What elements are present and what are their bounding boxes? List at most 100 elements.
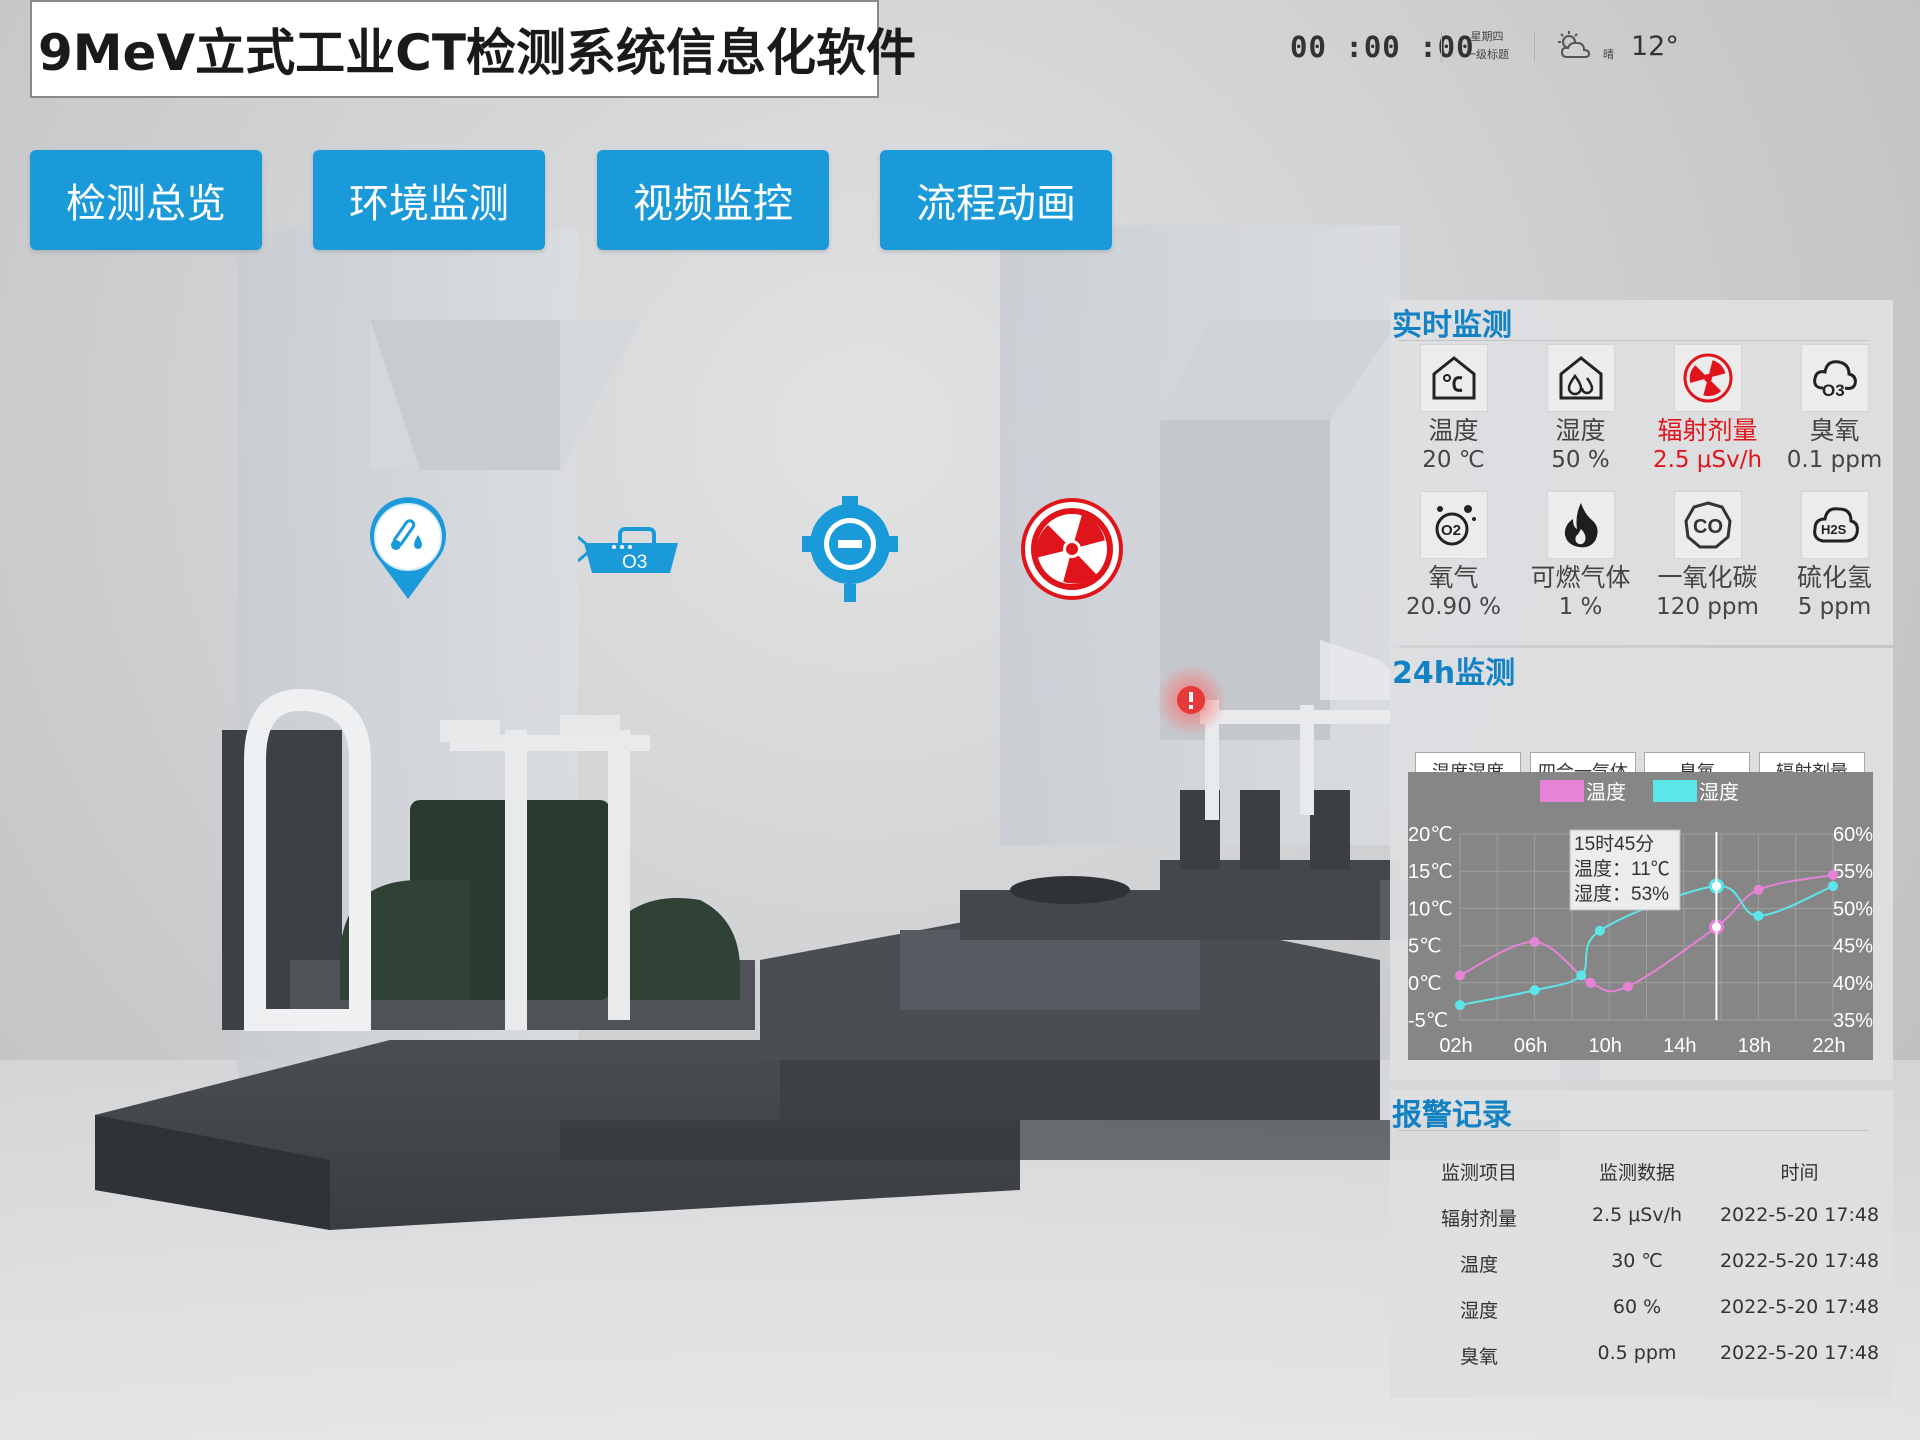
oxygen-icon: O2 [1419,491,1488,559]
metric-hydrogen-sulfide[interactable]: H2S 硫化氢 5 ppm [1771,491,1898,621]
oxygen-icon-text: O2 [1441,522,1461,539]
nav-label: 检测总览 [66,181,226,227]
nav-label: 流程动画 [916,181,1076,227]
cell-time: 2022-5-20 17:48 [1719,1342,1880,1364]
legend-label-humidity: 湿度 [1699,781,1739,804]
app-title: 9MeV立式工业CT检测系统信息化软件 [38,24,916,82]
x-tick-label: 14h [1663,1035,1696,1057]
temp-humidity-sensor-marker[interactable] [366,495,450,605]
data-point [1585,977,1596,988]
clock: 00 :00 :00 [1290,30,1475,64]
x-tick-label: 18h [1738,1035,1771,1057]
data-point [1828,869,1838,880]
gas-detector-marker[interactable] [802,496,898,604]
cell-time: 2022-5-20 17:48 [1719,1204,1880,1226]
header-divider [1534,32,1535,62]
metric-radiation[interactable]: 辐射剂量 2.5 μSv/h [1644,344,1771,474]
metric-value: 0.1 ppm [1786,447,1883,473]
data-point [1529,985,1540,996]
metric-value: 20.90 % [1405,594,1501,620]
legend-swatch-humidity [1653,780,1697,802]
table-row[interactable]: 辐射剂量 2.5 μSv/h 2022-5-20 17:48 [1390,1192,1893,1238]
data-point [1828,881,1838,892]
cell-data: 2.5 μSv/h [1591,1204,1683,1226]
radiation-icon [1673,344,1742,412]
metric-value: 20 ℃ [1422,447,1485,473]
data-point [1622,981,1633,992]
col-header-data: 监测数据 [1598,1162,1675,1184]
metric-label: 一氧化碳 [1657,563,1758,592]
legend-swatch-temperature [1540,780,1584,802]
y-left-tick-label: 0℃ [1408,973,1442,995]
table-row[interactable]: 臭氧 0.5 ppm 2022-5-20 17:48 [1390,1330,1893,1376]
title-divider [1398,340,1869,341]
realtime-title: 实时监测 [1392,308,1512,343]
metric-label: 氧气 [1428,563,1479,592]
legend-label-temperature: 温度 [1586,781,1626,804]
y-right-tick-label: 45% [1833,936,1873,958]
radiation-detector-marker[interactable] [1020,497,1124,601]
x-tick-label: 10h [1589,1035,1622,1057]
metric-value: 2.5 μSv/h [1652,447,1763,473]
metric-humidity[interactable]: 湿度 50 % [1517,344,1644,474]
table-row[interactable]: 温度 30 ℃ 2022-5-20 17:48 [1390,1238,1893,1284]
metric-temperature[interactable]: 温度 20 ℃ [1390,344,1517,474]
col-header-item: 监测项目 [1440,1162,1517,1184]
ozone-generator-marker[interactable]: O3 [578,525,682,577]
metric-value: 5 ppm [1797,594,1872,620]
weekday: 星期四 [1470,30,1504,43]
metric-label: 温度 [1428,416,1479,445]
alarm-title: 报警记录 [1392,1098,1512,1133]
metric-value: 50 % [1551,447,1610,473]
tooltip-humidity: 湿度：53% [1574,883,1669,905]
metric-label: 硫化氢 [1796,563,1872,592]
x-tick-label: 02h [1439,1035,1472,1057]
table-row[interactable]: 湿度 60 % 2022-5-20 17:48 [1390,1284,1893,1330]
y-left-tick-label: 15℃ [1408,861,1453,883]
cell-item: 臭氧 [1459,1346,1498,1368]
y-left-tick-label: -5℃ [1408,1010,1448,1032]
metric-label: 臭氧 [1809,416,1860,445]
flame-icon [1546,491,1615,559]
y-right-tick-label: 50% [1833,898,1873,920]
chart-canvas: 20℃ 15℃ 10℃ 5℃ 0℃ -5℃ 60% 55% 50% 45% 40% 35% 02h 06h… [1408,780,1873,1057]
data-point [1455,970,1465,981]
ozone-icon-text: O3 [1822,381,1845,400]
cell-data: 0.5 ppm [1597,1342,1677,1364]
metric-ozone[interactable]: O3 臭氧 0.1 ppm [1771,344,1898,474]
cell-time: 2022-5-20 17:48 [1719,1296,1880,1318]
metric-label: 可燃气体 [1530,563,1631,592]
monitor-24h-title: 24h监测 [1392,656,1516,691]
metric-carbon-monoxide[interactable]: CO 一氧化碳 120 ppm [1644,491,1771,621]
weather-text: 晴 [1603,48,1614,61]
cell-item: 辐射剂量 [1440,1208,1517,1230]
data-point [1753,910,1764,921]
header-divider [1441,32,1442,62]
current-temperature: 12° [1631,31,1679,62]
cell-item: 湿度 [1459,1300,1498,1322]
metric-oxygen[interactable]: O2 氧气 20.90 % [1390,491,1517,621]
realtime-monitoring-panel: 实时监测 温度 20 ℃ 湿度 50 % 辐射剂量 2.5 μSv/h O3 臭… [1390,300,1893,645]
date-block: 星期四 一级标题 [1462,28,1512,64]
data-point [1529,936,1540,947]
cell-time: 2022-5-20 17:48 [1719,1250,1880,1272]
metric-value: 120 ppm [1656,594,1759,620]
h2s-icon: H2S [1800,491,1869,559]
y-left-tick-label: 20℃ [1408,824,1453,846]
cell-item: 温度 [1459,1254,1498,1276]
nav-environment-button[interactable]: 环境监测 [313,150,545,250]
header-subtitle: 一级标题 [1465,48,1509,61]
cell-data: 30 ℃ [1611,1250,1663,1272]
cell-data: 60 % [1612,1296,1662,1318]
y-left-tick-label: 5℃ [1408,936,1442,958]
h2s-icon-text: H2S [1821,522,1847,537]
nav-overview-button[interactable]: 检测总览 [30,150,262,250]
metric-combustible-gas[interactable]: 可燃气体 1 % [1517,491,1644,621]
nav-process-animation-button[interactable]: 流程动画 [880,150,1112,250]
tooltip-time: 15时45分 [1574,833,1654,855]
metric-label: 湿度 [1555,416,1606,445]
y-right-tick-label: 60% [1833,824,1873,846]
nav-video-button[interactable]: 视频监控 [597,150,829,250]
app-title-box: 9MeV立式工业CT检测系统信息化软件 [30,0,916,98]
co-icon: CO [1673,491,1742,559]
